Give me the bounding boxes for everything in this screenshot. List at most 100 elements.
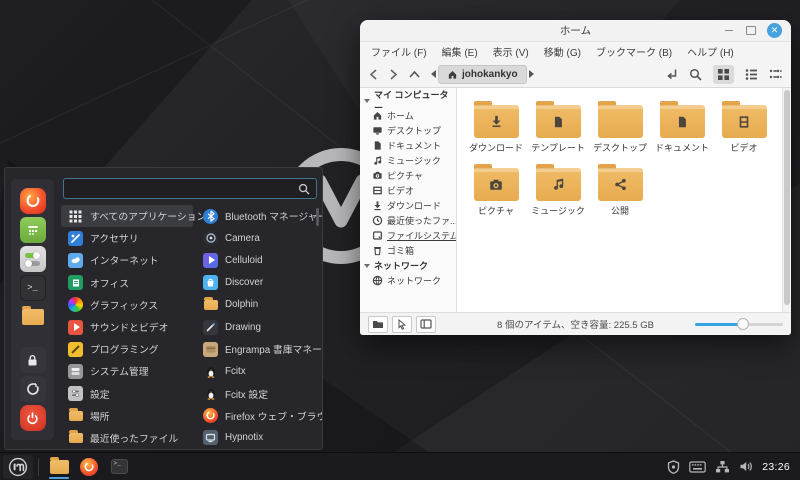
clock[interactable]: 23:26 <box>762 461 790 473</box>
app-hypnotix[interactable]: Hypnotix <box>196 427 320 449</box>
film-emblem-icon <box>737 115 751 129</box>
file-item-pictures[interactable]: ピクチャ <box>465 157 527 220</box>
compact-view-button[interactable] <box>769 68 782 81</box>
file-item-public[interactable]: 公開 <box>589 157 651 220</box>
sidebar-item-music[interactable]: ミュージック <box>360 153 456 168</box>
forward-button[interactable] <box>389 69 398 80</box>
app-bluetooth-manager[interactable]: Bluetooth マネージャー <box>196 205 320 227</box>
app-celluloid[interactable]: Celluloid <box>196 249 320 271</box>
menu-view[interactable]: 表示 (V) <box>493 44 529 59</box>
scrollbar-thumb[interactable] <box>784 90 790 305</box>
application-list: Bluetooth マネージャー Camera Celluloid Discov… <box>196 205 320 450</box>
sidebar-item-documents[interactable]: ドキュメント <box>360 138 456 153</box>
network-icon[interactable] <box>715 460 730 474</box>
app-dolphin[interactable]: Dolphin <box>196 294 320 316</box>
folder-icon <box>22 309 44 325</box>
category-all-applications[interactable]: すべてのアプリケーション <box>61 205 193 227</box>
app-fcitx[interactable]: Fcitx <box>196 360 320 382</box>
sidebar-item-desktop[interactable]: デスクトップ <box>360 123 456 138</box>
sidebar-item-recent[interactable]: 最近使ったファ... <box>360 213 456 228</box>
app-discover[interactable]: Discover <box>196 272 320 294</box>
slider-knob[interactable] <box>737 318 749 330</box>
category-internet[interactable]: インターネット <box>61 249 193 271</box>
menu-bookmarks[interactable]: ブックマーク (B) <box>596 44 672 59</box>
sidebar-item-network[interactable]: ネットワーク <box>360 273 456 288</box>
sidebar-item-pictures[interactable]: ピクチャ <box>360 168 456 183</box>
menu-go[interactable]: 移動 (G) <box>544 44 581 59</box>
location-entry-toggle-button[interactable] <box>665 68 678 80</box>
sidebar-item-trash[interactable]: ゴミ箱 <box>360 243 456 258</box>
breadcrumb-left-arrow[interactable] <box>431 70 436 78</box>
menu-search-box[interactable] <box>63 178 317 199</box>
window-titlebar[interactable]: ホーム ✕ <box>360 20 791 42</box>
logout-button[interactable] <box>20 376 46 402</box>
taskbar-terminal[interactable]: >_ <box>106 455 132 479</box>
sidebar-item-downloads[interactable]: ダウンロード <box>360 198 456 213</box>
sidebar-section-network[interactable]: ネットワーク <box>360 258 456 273</box>
menu-launcher-button[interactable] <box>3 455 33 479</box>
category-recent-files[interactable]: 最近使ったファイル <box>61 427 193 449</box>
terminal-prompt-icon: >_ <box>27 283 38 293</box>
category-sound-video[interactable]: サウンドとビデオ <box>61 316 193 338</box>
breadcrumb-right-arrow[interactable] <box>529 70 534 78</box>
app-ibus-preferences[interactable]: iBus の設定 <box>196 449 320 450</box>
system-settings-button[interactable] <box>20 246 46 272</box>
icon-view-button[interactable] <box>713 65 734 84</box>
sidebar-section-computer[interactable]: マイ コンピューター <box>360 93 456 108</box>
minimize-button[interactable] <box>723 25 735 37</box>
search-input[interactable] <box>64 179 298 198</box>
sidebar-item-filesystem[interactable]: ファイルシステム <box>360 228 456 243</box>
app-drawing[interactable]: Drawing <box>196 316 320 338</box>
category-places[interactable]: 場所 <box>61 405 193 427</box>
lock-screen-button[interactable] <box>20 347 46 373</box>
search-button[interactable] <box>689 68 702 81</box>
toggle-on-icon <box>25 253 40 258</box>
close-button[interactable]: ✕ <box>767 23 782 38</box>
drawing-icon <box>203 320 218 335</box>
category-office[interactable]: オフィス <box>61 272 193 294</box>
folder-icon <box>598 105 643 138</box>
firefox-favorite-button[interactable] <box>20 188 46 214</box>
category-programming[interactable]: プログラミング <box>61 338 193 360</box>
app-firefox[interactable]: Firefox ウェブ・ブラウザ <box>196 405 320 427</box>
app-fcitx-config[interactable]: Fcitx 設定 <box>196 383 320 405</box>
file-item-documents[interactable]: ドキュメント <box>651 94 713 157</box>
celluloid-icon <box>203 253 218 268</box>
vertical-scrollbar[interactable] <box>782 88 791 312</box>
shield-update-icon[interactable] <box>667 460 680 474</box>
volume-icon[interactable] <box>739 460 753 473</box>
back-button[interactable] <box>369 69 378 80</box>
taskbar-files-window[interactable] <box>46 455 72 479</box>
power-button[interactable] <box>20 405 46 431</box>
sidebar-item-videos[interactable]: ビデオ <box>360 183 456 198</box>
places-sidebar: マイ コンピューター ホーム デスクトップ ドキュメント ミュージック ピクチャ… <box>360 88 457 312</box>
maximize-button[interactable] <box>745 25 757 37</box>
terminal-favorite-button[interactable]: >_ <box>20 275 46 301</box>
file-item-downloads[interactable]: ダウンロード <box>465 94 527 157</box>
software-manager-button[interactable] <box>20 217 46 243</box>
app-camera[interactable]: Camera <box>196 227 320 249</box>
file-item-templates[interactable]: テンプレート <box>527 94 589 157</box>
menu-help[interactable]: ヘルプ (H) <box>687 44 734 59</box>
app-engrampa[interactable]: Engrampa 書庫マネージャ <box>196 338 320 360</box>
menu-edit[interactable]: 編集 (E) <box>442 44 478 59</box>
file-item-desktop[interactable]: デスクトップ <box>589 94 651 157</box>
slider-fill <box>695 323 741 326</box>
penguin-icon <box>203 364 218 379</box>
category-graphics[interactable]: グラフィックス <box>61 294 193 316</box>
breadcrumb-home-button[interactable]: johokankyo <box>438 65 527 84</box>
file-item-videos[interactable]: ビデオ <box>713 94 775 157</box>
keyboard-input-icon[interactable] <box>689 461 706 473</box>
category-preferences[interactable]: 設定 <box>61 383 193 405</box>
menu-file[interactable]: ファイル (F) <box>371 44 427 59</box>
file-item-music[interactable]: ミュージック <box>527 157 589 220</box>
files-favorite-button[interactable] <box>20 304 46 330</box>
list-view-button[interactable] <box>745 68 758 81</box>
taskbar-firefox[interactable] <box>76 455 102 479</box>
category-administration[interactable]: システム管理 <box>61 360 193 382</box>
menu-scrollbar-thumb[interactable] <box>316 208 319 226</box>
zoom-slider[interactable] <box>695 318 783 330</box>
up-button[interactable] <box>409 70 420 79</box>
preferences-icon <box>68 386 83 401</box>
category-accessories[interactable]: アクセサリ <box>61 227 193 249</box>
